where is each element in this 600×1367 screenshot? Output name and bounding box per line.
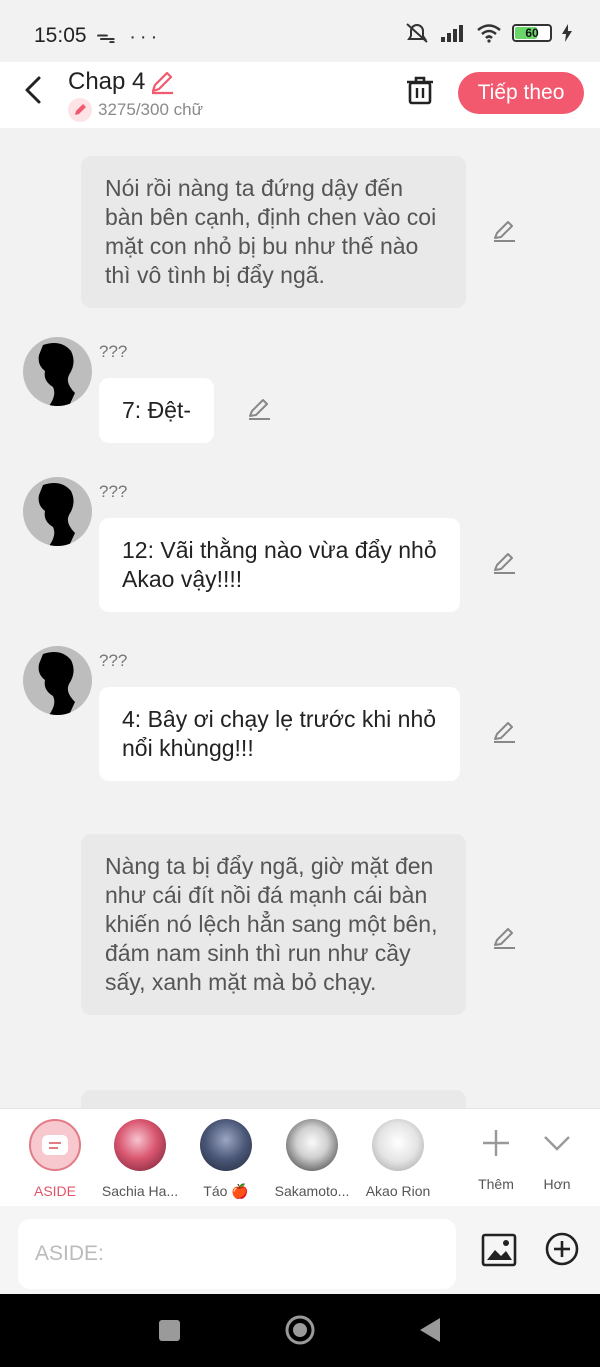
word-count: 3275/300 chữ [98,100,203,119]
narration-block[interactable]: Nàng ta bị đẩy ngã, giờ mặt đen như cái … [81,834,466,1015]
home-icon[interactable] [285,1315,315,1345]
silhouette-icon [38,483,75,546]
delete-button[interactable] [402,72,438,108]
chat-bubble-icon [42,1135,68,1155]
back-button[interactable] [18,74,50,106]
status-time: 15:05 [34,24,87,47]
notification-icons: ᯓ ··· [96,26,162,48]
back-triangle-icon[interactable] [418,1316,442,1344]
character-avatar [286,1119,338,1171]
edit-icon[interactable] [491,218,517,244]
wifi-icon [477,24,501,43]
battery-icon: 60 [512,24,552,42]
edit-icon[interactable] [491,925,517,951]
story-content[interactable]: Nói rồi nàng ta đứng dậy đến bàn bên cạn… [0,128,600,1108]
silhouette-icon [38,652,75,715]
expand-label: Hơn [543,1176,571,1192]
character-avatar [372,1119,424,1171]
character-tao[interactable]: Táo 🍎 [178,1119,274,1200]
dialogue-bubble[interactable]: 7: Đệt- [99,378,215,443]
expand-characters-button[interactable]: Hơn [527,1127,587,1192]
avatar [23,337,92,406]
chapter-title: Chap 4 [68,68,146,95]
aside-avatar [29,1119,81,1171]
pencil-badge-icon [68,98,92,122]
status-bar: 15:05 ᯓ ··· 60 [0,0,600,62]
image-icon[interactable] [481,1232,517,1268]
character-avatar [114,1119,166,1171]
speaker-name: ??? [99,342,128,361]
narration-block-partial[interactable] [81,1090,466,1108]
edit-icon[interactable] [491,550,517,576]
mute-icon [406,23,428,43]
character-aside[interactable]: ASIDE [7,1119,103,1199]
avatar [23,646,92,715]
dialogue-bubble[interactable]: 12: Vãi thằng nào vừa đẩy nhỏ Akao vậy!!… [99,518,460,612]
dialogue-bubble[interactable]: 4: Bây ơi chạy lẹ trước khi nhỏ nổi khùn… [99,687,460,781]
status-right-icons: 60 [404,22,572,44]
charging-icon [562,24,572,42]
system-nav-bar [0,1294,600,1367]
chapter-header: Chap 4 3275/300 chữ Tiếp theo [0,62,600,128]
add-circle-icon[interactable] [545,1232,579,1266]
next-button[interactable]: Tiếp theo [458,72,584,114]
avatar [23,477,92,546]
narration-block[interactable]: Nói rồi nàng ta đứng dậy đến bàn bên cạn… [81,156,466,308]
character-selector: ASIDE Sachia Ha... Táo 🍎 Sakamoto... Aka… [0,1108,600,1206]
character-label: Akao Rion [365,1183,431,1199]
speaker-name: ??? [99,651,128,670]
chevron-down-icon [544,1136,570,1151]
edit-icon[interactable] [491,719,517,745]
message-input[interactable]: ASIDE: [18,1219,456,1289]
character-sachia[interactable]: Sachia Ha... [92,1119,188,1199]
character-akao[interactable]: Akao Rion [350,1119,446,1199]
add-label: Thêm [478,1176,514,1192]
character-label: Sakamoto... [274,1183,350,1199]
character-avatar [200,1119,252,1171]
character-label: Táo 🍎 [203,1183,249,1199]
signal-icon [441,25,463,42]
battery-level: 60 [525,26,539,40]
edit-title-icon[interactable] [148,68,176,96]
recent-apps-icon[interactable] [159,1320,180,1341]
edit-icon[interactable] [246,396,272,422]
add-character-button[interactable]: Thêm [466,1127,526,1192]
character-label: ASIDE [33,1183,76,1199]
speaker-name: ??? [99,482,128,501]
plus-icon [483,1130,509,1156]
character-sakamoto[interactable]: Sakamoto... [264,1119,360,1199]
character-label: Sachia Ha... [101,1183,179,1199]
silhouette-icon [38,343,75,406]
composer: ASIDE: [0,1206,600,1294]
